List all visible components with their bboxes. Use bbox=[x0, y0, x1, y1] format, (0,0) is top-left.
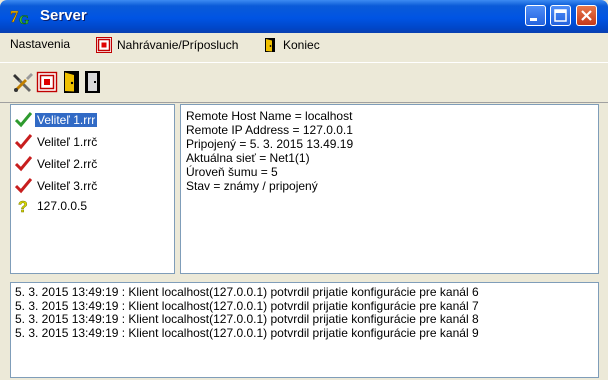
minimize-icon bbox=[530, 18, 537, 21]
tree-item-label: Veliteľ 1.rrč bbox=[37, 135, 98, 149]
window-title: Server bbox=[40, 7, 87, 24]
close-icon bbox=[581, 10, 592, 21]
close-button[interactable] bbox=[576, 5, 597, 26]
maximize-button[interactable] bbox=[550, 5, 571, 26]
check-icon bbox=[15, 156, 32, 172]
tree-item-label: 127.0.0.5 bbox=[37, 199, 88, 213]
log-line: 5. 3. 2015 13:49:19 : Klient localhost(1… bbox=[15, 285, 479, 299]
menu-exit[interactable]: Koniec bbox=[262, 37, 320, 53]
check-icon bbox=[15, 112, 32, 128]
toolbar-divider bbox=[0, 102, 608, 103]
tree-item-label: Veliteľ 1.rrr bbox=[35, 113, 98, 127]
log-line: 5. 3. 2015 13:49:19 : Klient localhost(1… bbox=[15, 312, 479, 326]
tree-item[interactable]: Veliteľ 1.rrč bbox=[15, 133, 99, 151]
check-icon bbox=[15, 178, 32, 194]
detail-line: Remote Host Name = localhost bbox=[186, 109, 353, 123]
record-icon[interactable] bbox=[36, 70, 58, 94]
svg-text:?: ? bbox=[18, 199, 28, 214]
menu-bar: Nastavenia Nahrávanie/Príposluch Koniec bbox=[0, 34, 608, 56]
log-line: 5. 3. 2015 13:49:19 : Klient localhost(1… bbox=[15, 325, 479, 340]
svg-text:G: G bbox=[19, 12, 29, 27]
menu-recording[interactable]: Nahrávanie/Príposluch bbox=[96, 37, 238, 53]
question-icon: ? bbox=[18, 199, 28, 214]
details-panel: Remote Host Name = localhost Remote IP A… bbox=[180, 104, 599, 274]
title-bar[interactable]: 7 G Server bbox=[0, 0, 608, 33]
maximize-icon bbox=[554, 9, 567, 22]
detail-line: Stav = známy / pripojený bbox=[186, 179, 318, 193]
menu-settings[interactable]: Nastavenia bbox=[10, 37, 70, 51]
exit-door-icon[interactable] bbox=[60, 70, 82, 94]
check-icon bbox=[15, 134, 32, 150]
log-line: 5. 3. 2015 13:49:19 : Klient localhost(1… bbox=[15, 298, 479, 313]
exit-door-icon bbox=[265, 38, 275, 52]
detail-line: Aktuálna sieť = Net1(1) bbox=[186, 151, 310, 165]
svg-text:7: 7 bbox=[10, 7, 19, 26]
app-logo-icon: 7 G bbox=[10, 7, 29, 27]
menu-settings-label: Nastavenia bbox=[10, 37, 71, 51]
tree-item[interactable]: ? 127.0.0.5 bbox=[15, 197, 89, 215]
tree-item-label: Veliteľ 2.rrč bbox=[37, 157, 98, 171]
record-icon bbox=[96, 37, 112, 53]
tree-item[interactable]: Veliteľ 1.rrr bbox=[15, 111, 98, 129]
connection-tree[interactable]: Veliteľ 1.rrr Veliteľ 1.rrč Veliteľ 2.rr… bbox=[10, 104, 175, 274]
detail-line: Úroveň šumu = 5 bbox=[186, 165, 278, 179]
menu-recording-label: Nahrávanie/Príposluch bbox=[117, 38, 239, 52]
menu-exit-label: Koniec bbox=[283, 38, 320, 52]
log-panel[interactable]: 5. 3. 2015 13:49:19 : Klient localhost(1… bbox=[10, 282, 599, 378]
detail-line: Remote IP Address = 127.0.0.1 bbox=[186, 123, 353, 137]
tree-item[interactable]: Veliteľ 2.rrč bbox=[15, 155, 99, 173]
detail-line: Pripojený = 5. 3. 2015 13.49.19 bbox=[186, 137, 354, 151]
door-icon[interactable] bbox=[82, 70, 104, 94]
tools-icon[interactable] bbox=[12, 70, 34, 94]
tree-item[interactable]: Veliteľ 3.rrč bbox=[15, 177, 99, 195]
tree-item-label: Veliteľ 3.rrč bbox=[37, 179, 98, 193]
server-window: 7 G Server Nastavenia Nahrávanie/Príposl… bbox=[0, 0, 608, 380]
toolbar bbox=[0, 62, 608, 103]
minimize-button[interactable] bbox=[525, 5, 546, 26]
